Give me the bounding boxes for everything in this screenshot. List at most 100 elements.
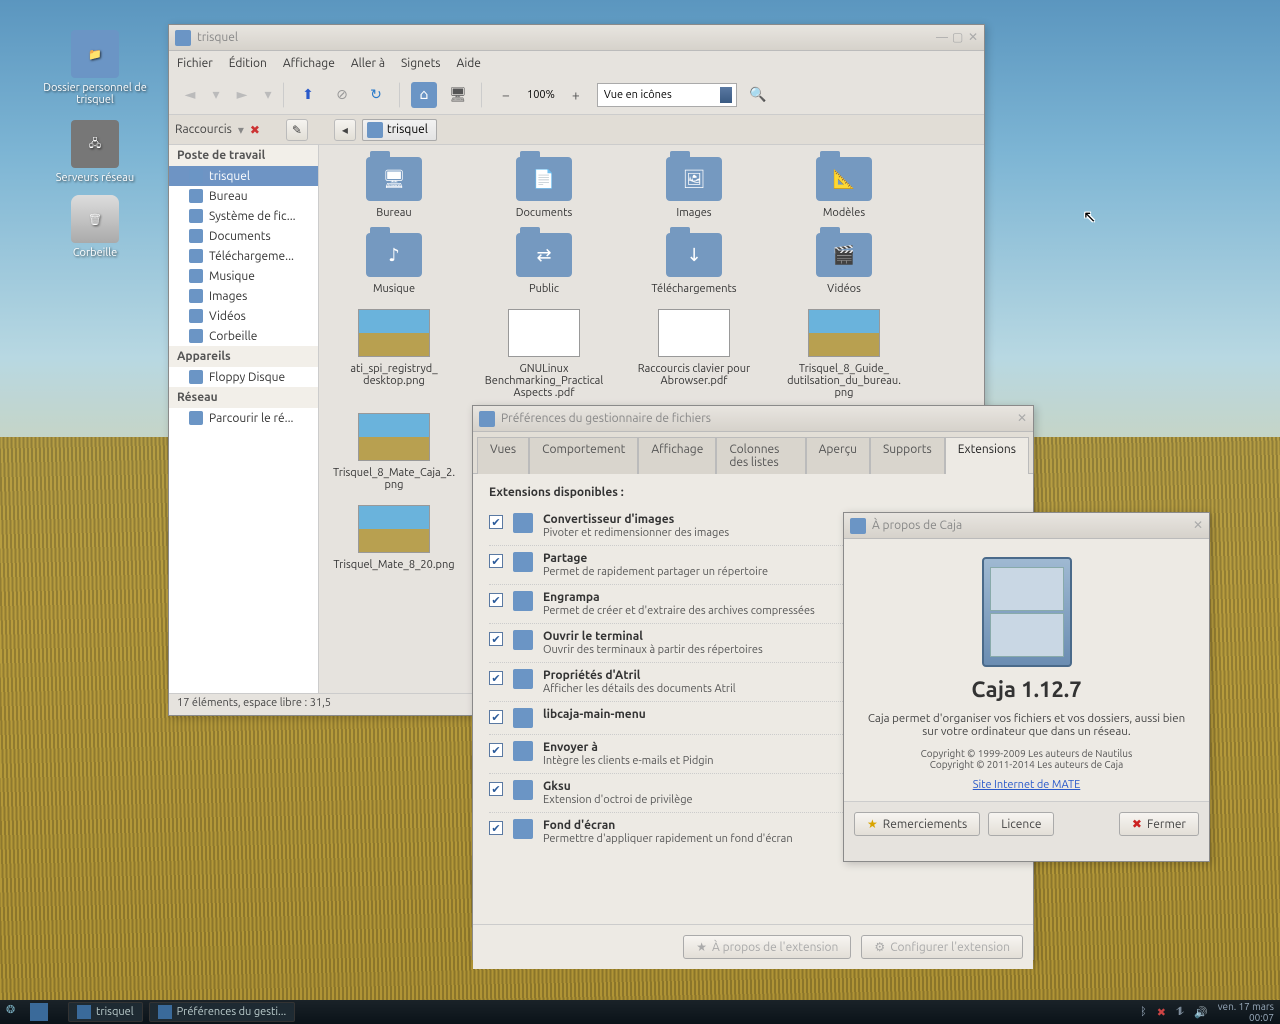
folder-item[interactable]: 📐Modèles	[769, 157, 919, 219]
about-body: Caja 1.12.7 Caja permet d'organiser vos …	[844, 539, 1209, 801]
folder-item[interactable]: 📄Documents	[469, 157, 619, 219]
about-extension-button[interactable]: ★À propos de l'extension	[683, 935, 851, 959]
sidebar-item[interactable]: Documents	[169, 226, 318, 246]
path-back-button[interactable]: ◂	[334, 119, 356, 141]
sidebar-item[interactable]: Vidéos	[169, 306, 318, 326]
home-button[interactable]: ⌂	[411, 82, 437, 108]
titlebar[interactable]: À propos de Caja ✕	[844, 513, 1209, 539]
reload-button[interactable]: ↻	[363, 82, 389, 108]
checkbox[interactable]: ✔	[489, 743, 503, 757]
zoom-out-button[interactable]: −	[493, 82, 519, 108]
zoom-in-button[interactable]: +	[563, 82, 589, 108]
network-icon[interactable]: ⥮	[1176, 1006, 1184, 1019]
taskbar-item-filemanager[interactable]: trisquel	[68, 1002, 143, 1022]
checkbox[interactable]: ✔	[489, 710, 503, 724]
sidebar-item[interactable]: Système de fic...	[169, 206, 318, 226]
folder-item[interactable]: 🖥Bureau	[319, 157, 469, 219]
close-button[interactable]: ✖Fermer	[1119, 812, 1199, 836]
checkbox[interactable]: ✔	[489, 593, 503, 607]
extension-icon	[513, 591, 533, 611]
tab[interactable]: Colonnes des listes	[716, 437, 805, 474]
checkbox[interactable]: ✔	[489, 515, 503, 529]
view-selector[interactable]: Vue en icônes	[597, 83, 737, 107]
disabled-icon[interactable]: ✖	[1157, 1006, 1166, 1019]
checkbox[interactable]: ✔	[489, 632, 503, 646]
titlebar[interactable]: trisquel — ▢ ✕	[169, 25, 984, 51]
maximize-icon[interactable]: ▢	[952, 33, 962, 43]
menu-file[interactable]: Fichier	[177, 57, 213, 70]
menu-icon[interactable]: ❂	[6, 1003, 24, 1021]
menu-go[interactable]: Aller à	[351, 57, 385, 70]
tab[interactable]: Aperçu	[806, 437, 870, 474]
desktop-icon-home[interactable]: 📁 Dossier personnel de trisquel	[40, 30, 150, 106]
forward-button[interactable]: ►	[229, 82, 255, 108]
checkbox[interactable]: ✔	[489, 671, 503, 685]
file-item[interactable]: Trisquel_8_Mate_Caja_2. png	[319, 413, 469, 491]
sidebar-item[interactable]: Parcourir le ré...	[169, 408, 318, 428]
file-item[interactable]: Raccourcis clavier pour Abrowser.pdf	[619, 309, 769, 399]
extension-desc: Permet de rapidement partager un réperto…	[543, 566, 768, 578]
tab[interactable]: Supports	[870, 437, 945, 474]
file-item[interactable]: Trisquel_Mate_8_20.png	[319, 505, 469, 571]
file-item[interactable]: GNULinux Benchmarking_Practical Aspects …	[469, 309, 619, 399]
menu-help[interactable]: Aide	[457, 57, 481, 70]
edit-location-button[interactable]: ✎	[286, 119, 308, 141]
search-button[interactable]: 🔍	[745, 82, 771, 108]
chevron-down-icon[interactable]: ▾	[238, 123, 244, 137]
file-thumbnail	[358, 413, 430, 461]
tab[interactable]: Extensions	[945, 437, 1029, 474]
tab[interactable]: Vues	[477, 437, 529, 474]
file-item[interactable]: ati_spi_registryd_ desktop.png	[319, 309, 469, 399]
close-icon[interactable]: ✕	[1193, 521, 1203, 531]
tab[interactable]: Comportement	[529, 437, 638, 474]
stop-button[interactable]: ⊘	[329, 82, 355, 108]
folder-item[interactable]: 🎬Vidéos	[769, 233, 919, 295]
sidebar-item[interactable]: Floppy Disque	[169, 367, 318, 387]
credits-button[interactable]: ★Remerciements	[854, 812, 980, 836]
close-sidebar-icon[interactable]: ✖	[250, 123, 260, 137]
menu-view[interactable]: Affichage	[283, 57, 335, 70]
taskbar-item-prefs[interactable]: Préférences du gesti...	[149, 1002, 296, 1022]
prefs-icon	[158, 1005, 172, 1019]
sidebar-item[interactable]: Corbeille	[169, 326, 318, 346]
configure-extension-button[interactable]: ⚙Configurer l'extension	[861, 935, 1023, 959]
bluetooth-icon[interactable]: ᛒ	[1140, 1006, 1147, 1018]
license-button[interactable]: Licence	[988, 812, 1054, 836]
folder-item[interactable]: 🖼Images	[619, 157, 769, 219]
sidebar-item[interactable]: trisquel	[169, 166, 318, 186]
titlebar[interactable]: Préférences du gestionnaire de fichiers …	[473, 406, 1033, 432]
sidebar-item[interactable]: Bureau	[169, 186, 318, 206]
desktop-icon-network[interactable]: 🖧 Serveurs réseau	[40, 120, 150, 184]
sidebar-item[interactable]: Musique	[169, 266, 318, 286]
back-menu-icon[interactable]: ▾	[211, 82, 221, 108]
folder-icon	[189, 329, 203, 343]
sidebar-item-label: Musique	[209, 270, 255, 283]
close-icon[interactable]: ✕	[1017, 414, 1027, 424]
checkbox[interactable]: ✔	[489, 782, 503, 796]
minimize-icon[interactable]: —	[936, 33, 946, 43]
desktop-icon-trash[interactable]: 🗑 Corbeille	[40, 195, 150, 259]
back-button[interactable]: ◄	[177, 82, 203, 108]
up-button[interactable]: ⬆	[295, 82, 321, 108]
clock[interactable]: ven. 17 mars 00:07	[1218, 1001, 1274, 1023]
folder-item[interactable]: ♪Musique	[319, 233, 469, 295]
computer-button[interactable]: 🖥	[445, 82, 471, 108]
checkbox[interactable]: ✔	[489, 554, 503, 568]
file-item[interactable]: Trisquel_8_Guide_ dutilsation_du_bureau.…	[769, 309, 919, 399]
show-desktop-icon[interactable]	[30, 1003, 48, 1021]
menu-bookmarks[interactable]: Signets	[401, 57, 441, 70]
extension-name: libcaja-main-menu	[543, 708, 646, 721]
location-chip[interactable]: trisquel	[362, 119, 437, 141]
folder-icon: ♪	[366, 233, 422, 277]
volume-icon[interactable]: 🔊	[1194, 1006, 1208, 1019]
forward-menu-icon[interactable]: ▾	[263, 82, 273, 108]
menu-edit[interactable]: Édition	[229, 57, 267, 70]
website-link[interactable]: Site Internet de MATE	[973, 779, 1081, 791]
checkbox[interactable]: ✔	[489, 821, 503, 835]
sidebar-item[interactable]: Téléchargeme...	[169, 246, 318, 266]
close-icon[interactable]: ✕	[968, 33, 978, 43]
folder-item[interactable]: ⇄Public	[469, 233, 619, 295]
folder-item[interactable]: ↓Téléchargements	[619, 233, 769, 295]
tab[interactable]: Affichage	[638, 437, 716, 474]
sidebar-item[interactable]: Images	[169, 286, 318, 306]
